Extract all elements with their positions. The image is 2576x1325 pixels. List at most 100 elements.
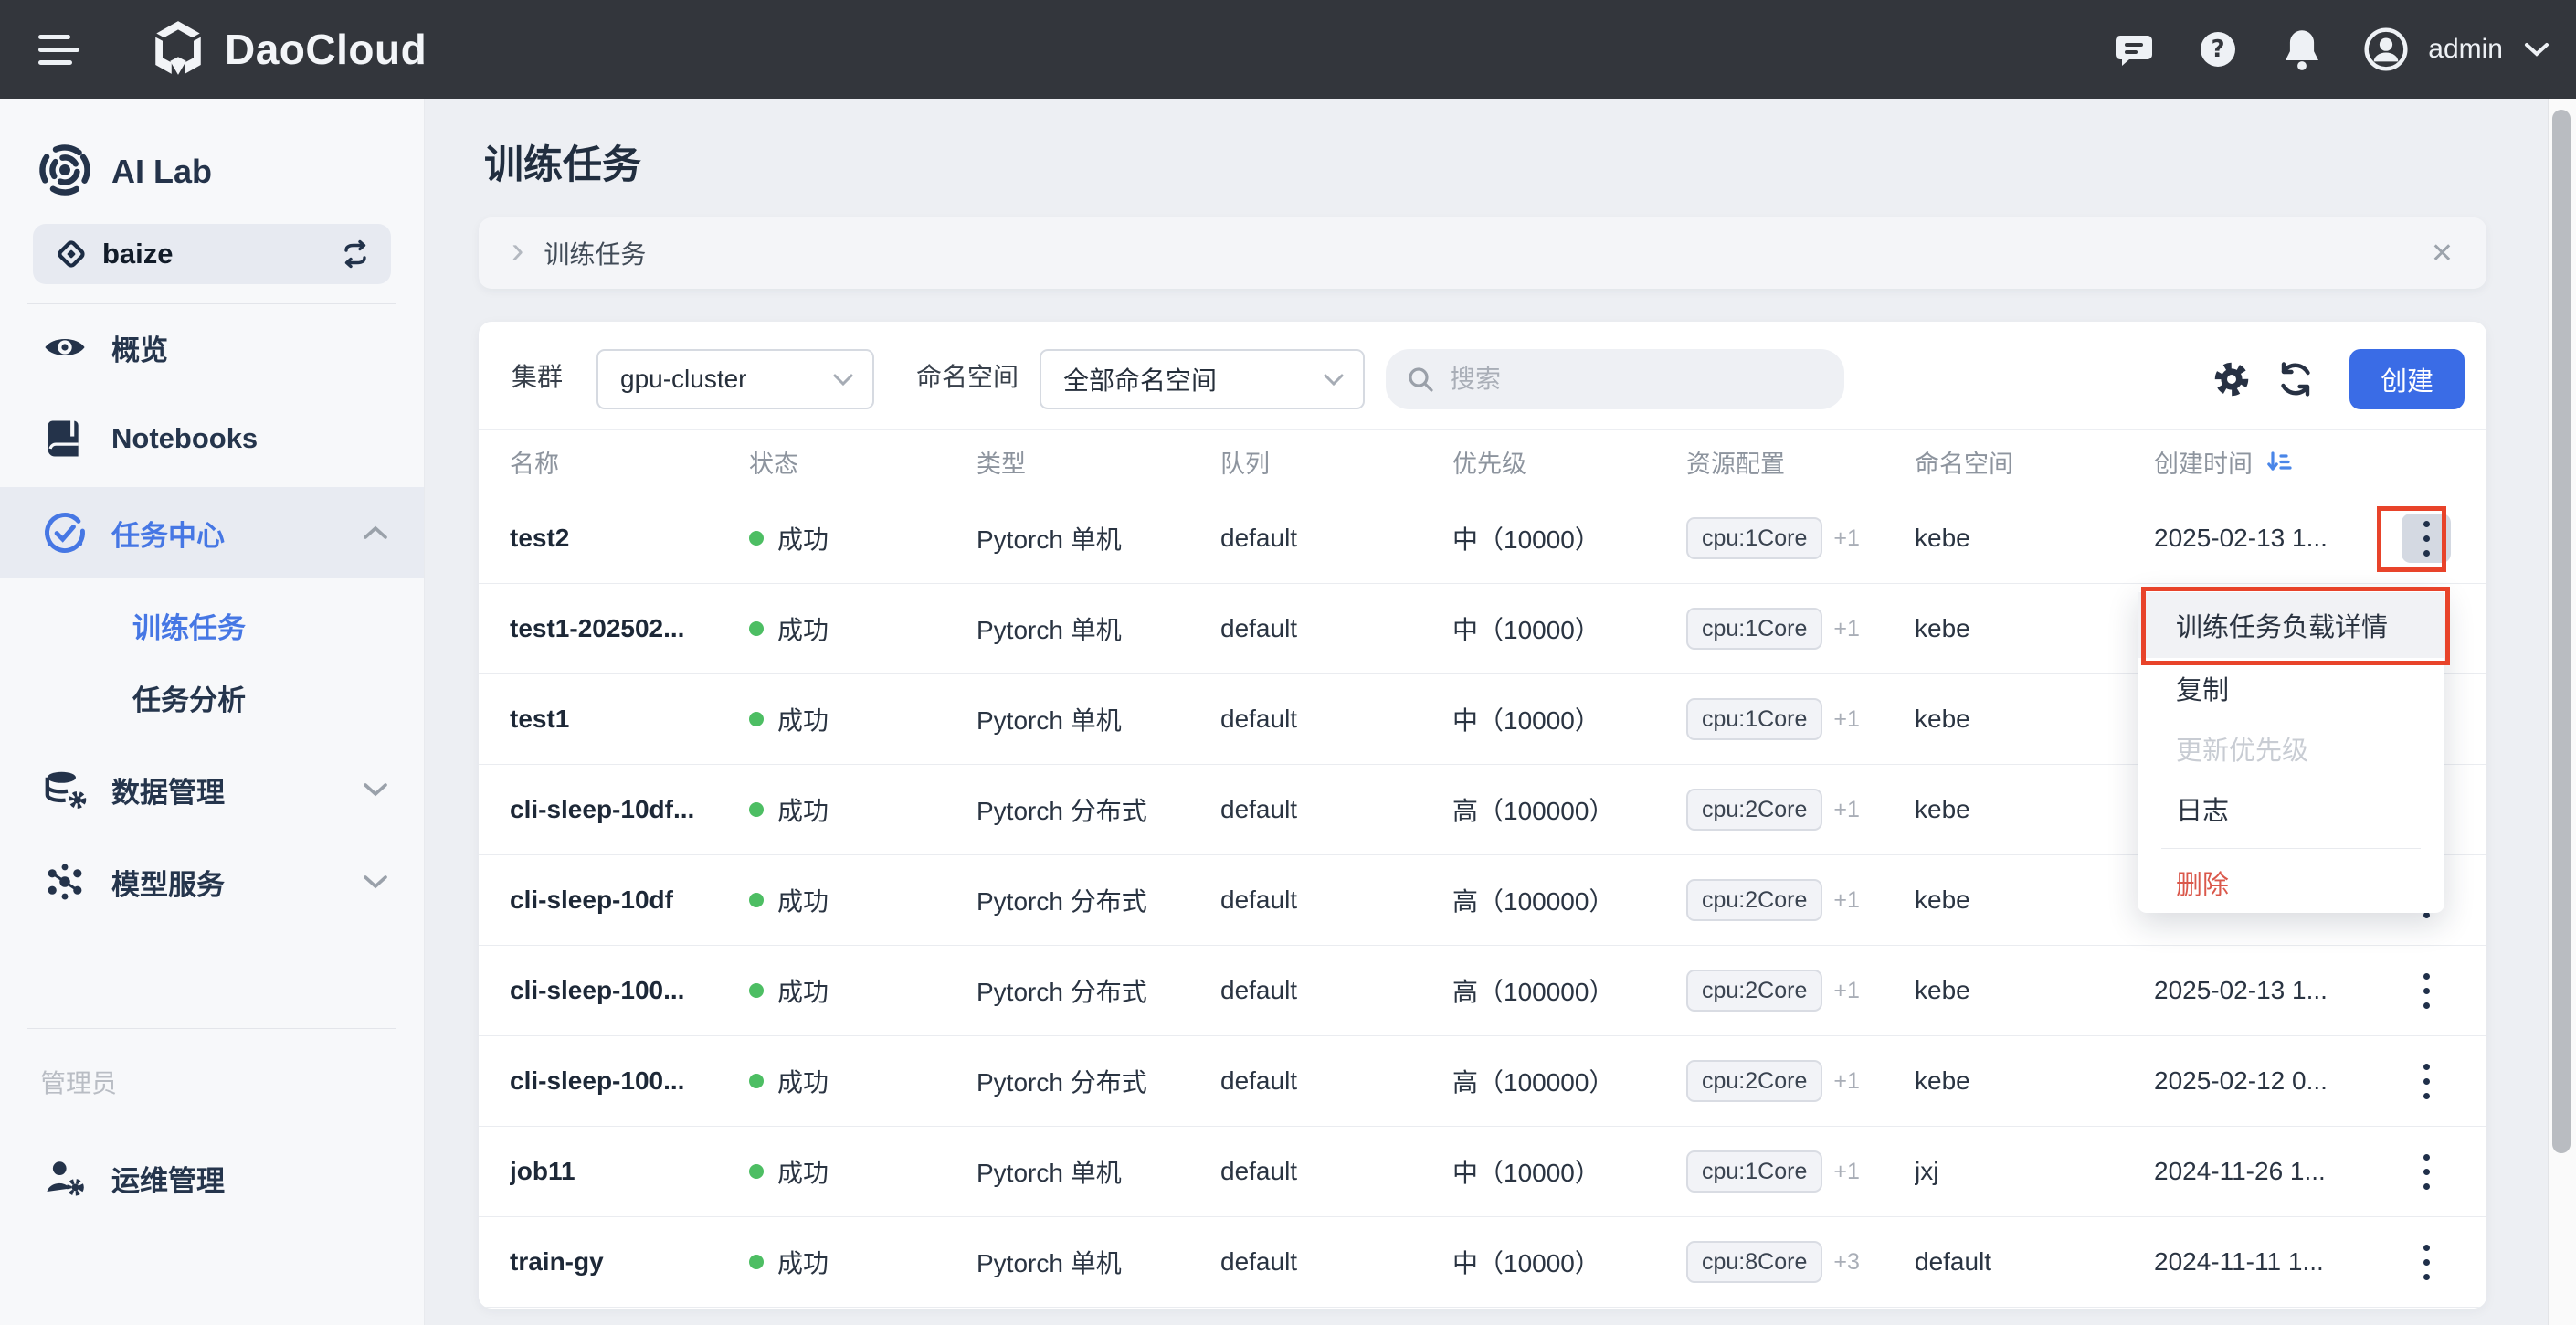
job-type: Pytorch 分布式 [977, 972, 1220, 1009]
workspace-diamond-icon [55, 238, 88, 270]
column-header-queue: 队列 [1220, 444, 1452, 480]
help-icon[interactable]: ? [2196, 27, 2240, 71]
row-actions-menu: 训练任务负载详情 复制 更新优先级 日志 删除 [2138, 588, 2444, 913]
brand-logo[interactable]: DaoCloud [150, 0, 427, 99]
menu-item-logs[interactable]: 日志 [2138, 779, 2444, 839]
status-label: 成功 [777, 701, 829, 737]
job-status: 成功 [749, 520, 977, 556]
resource-extra-count[interactable]: +1 [1833, 1159, 1860, 1185]
resource-tag[interactable]: cpu:8Core [1686, 1241, 1822, 1283]
column-header-status: 状态 [749, 444, 977, 480]
job-name[interactable]: cli-sleep-100... [510, 1066, 749, 1096]
search-icon [1406, 365, 1435, 394]
database-gear-icon [38, 769, 91, 810]
menu-item-update-priority: 更新优先级 [2138, 718, 2444, 779]
status-label: 成功 [777, 972, 829, 1009]
sidebar-item-ops-management[interactable]: 运维管理 [0, 1136, 424, 1220]
sidebar-item-overview[interactable]: 概览 [0, 305, 424, 389]
resource-tag[interactable]: cpu:1Core [1686, 608, 1822, 650]
resource-extra-count[interactable]: +1 [1833, 706, 1860, 733]
resource-tag[interactable]: cpu:1Core [1686, 517, 1822, 559]
sidebar-item-data-management[interactable]: 数据管理 [0, 747, 424, 832]
refresh-icon[interactable] [2274, 357, 2317, 401]
job-name[interactable]: test1-202502... [510, 614, 749, 643]
resource-extra-count[interactable]: +1 [1833, 1068, 1860, 1095]
svg-text:?: ? [2212, 36, 2225, 63]
job-name[interactable]: cli-sleep-10df... [510, 795, 749, 824]
resource-tag[interactable]: cpu:2Core [1686, 1060, 1822, 1102]
user-menu[interactable]: admin [2364, 27, 2550, 71]
job-status: 成功 [749, 882, 977, 918]
sidebar-item-notebooks[interactable]: Notebooks [0, 397, 424, 481]
sidebar-item-training-jobs[interactable]: 训练任务 [0, 593, 424, 657]
job-name[interactable]: train-gy [510, 1247, 749, 1277]
resource-extra-count[interactable]: +1 [1833, 797, 1860, 823]
sort-descending-icon[interactable] [2265, 448, 2293, 475]
model-serve-icon [38, 861, 91, 903]
breadcrumb-bar: › 训练任务 ✕ [479, 217, 2486, 289]
product-name: AI Lab [111, 153, 212, 191]
switch-workspace-icon[interactable] [340, 238, 371, 270]
resource-tag[interactable]: cpu:1Core [1686, 1150, 1822, 1192]
row-actions-cell [2366, 966, 2486, 1015]
resource-extra-count[interactable]: +3 [1833, 1249, 1860, 1276]
job-name[interactable]: test2 [510, 524, 749, 553]
messages-icon[interactable] [2112, 27, 2156, 71]
breadcrumb[interactable]: 训练任务 [544, 235, 646, 271]
row-actions-button[interactable] [2402, 966, 2451, 1015]
status-success-dot-icon [749, 802, 764, 817]
resource-extra-count[interactable]: +1 [1833, 616, 1860, 642]
resource-tag[interactable]: cpu:2Core [1686, 879, 1822, 921]
job-name[interactable]: cli-sleep-100... [510, 976, 749, 1005]
menu-item-workload-detail[interactable]: 训练任务负载详情 [2138, 592, 2444, 658]
resource-tag[interactable]: cpu:2Core [1686, 970, 1822, 1012]
sidebar-item-model-services[interactable]: 模型服务 [0, 840, 424, 924]
menu-icon[interactable] [38, 30, 80, 69]
job-name[interactable]: cli-sleep-10df [510, 885, 749, 915]
job-created-time: 2025-02-12 0... [2154, 1066, 2366, 1096]
row-actions-button[interactable] [2402, 514, 2451, 563]
job-queue: default [1220, 885, 1452, 915]
job-name[interactable]: job11 [510, 1157, 749, 1186]
scrollbar-thumb[interactable] [2552, 110, 2571, 1153]
close-icon[interactable]: ✕ [2431, 238, 2454, 270]
job-resources: cpu:2Core +1 [1686, 1060, 1915, 1102]
job-queue: default [1220, 1157, 1452, 1186]
create-button[interactable]: 创建 [2349, 349, 2465, 409]
job-status: 成功 [749, 1063, 977, 1099]
status-success-dot-icon [749, 1074, 764, 1088]
job-status: 成功 [749, 1244, 977, 1280]
namespace-select[interactable]: 全部命名空间 [1040, 349, 1365, 409]
resource-tag[interactable]: cpu:2Core [1686, 789, 1822, 831]
row-actions-cell [2366, 1056, 2486, 1106]
row-actions-button[interactable] [2402, 1237, 2451, 1287]
window-scrollbar [2548, 99, 2576, 1325]
job-name[interactable]: test1 [510, 705, 749, 734]
menu-item-delete[interactable]: 删除 [2138, 858, 2444, 907]
resource-extra-count[interactable]: +1 [1833, 887, 1860, 914]
status-success-dot-icon [749, 893, 764, 907]
row-actions-button[interactable] [2402, 1056, 2451, 1106]
workspace-selector[interactable]: baize [33, 224, 391, 284]
gear-icon[interactable] [2210, 357, 2254, 401]
resource-extra-count[interactable]: +1 [1833, 978, 1860, 1004]
notifications-icon[interactable] [2280, 27, 2324, 71]
job-priority: 高（100000） [1452, 882, 1686, 918]
resource-extra-count[interactable]: +1 [1833, 525, 1860, 552]
brand-name: DaoCloud [225, 25, 427, 74]
job-queue: default [1220, 614, 1452, 643]
product-header[interactable]: AI Lab [0, 135, 424, 208]
resource-tag[interactable]: cpu:1Core [1686, 698, 1822, 740]
row-actions-button[interactable] [2402, 1147, 2451, 1196]
menu-item-clone[interactable]: 复制 [2138, 658, 2444, 718]
cluster-select[interactable]: gpu-cluster [596, 349, 874, 409]
job-created-time: 2024-11-11 1... [2154, 1247, 2366, 1277]
chevron-up-icon [362, 525, 389, 541]
job-status: 成功 [749, 1153, 977, 1190]
sidebar-item-task-center[interactable]: 任务中心 [0, 487, 424, 578]
job-queue: default [1220, 524, 1452, 553]
page-title: 训练任务 [484, 133, 641, 190]
search-input[interactable] [1448, 364, 1799, 395]
sidebar-item-task-analysis[interactable]: 任务分析 [0, 665, 424, 729]
column-header-namespace: 命名空间 [1915, 444, 2154, 480]
